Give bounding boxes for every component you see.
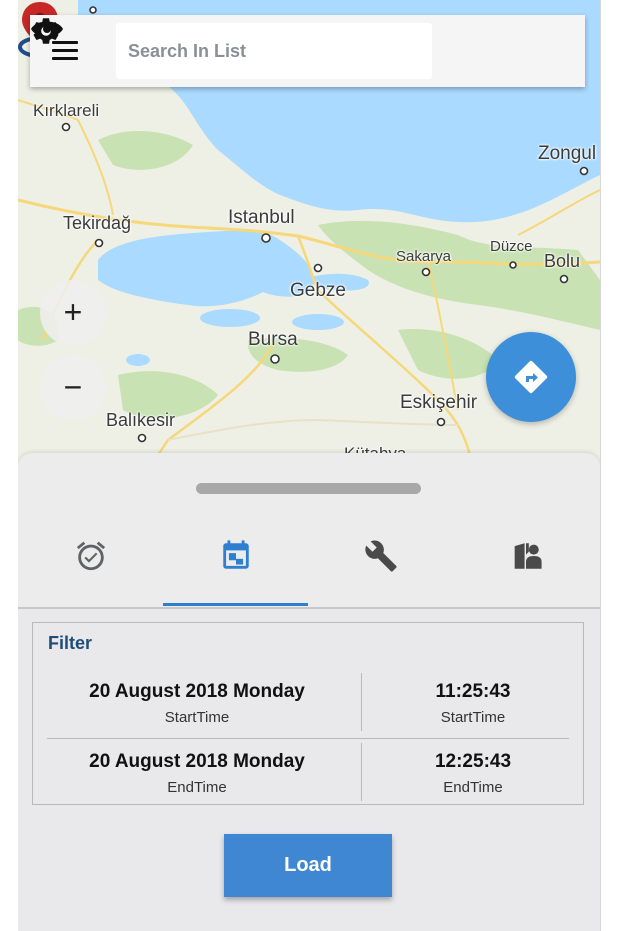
start-time-value[interactable]: 11:25:43	[362, 681, 584, 703]
tab-tools[interactable]	[308, 531, 453, 607]
zoom-in-button[interactable]: +	[40, 280, 106, 346]
column-divider	[361, 673, 362, 731]
end-time-value[interactable]: 12:25:43	[362, 751, 584, 773]
end-date-value[interactable]: 20 August 2018 Monday	[33, 751, 361, 773]
tab-calendar[interactable]	[163, 531, 308, 607]
row-divider	[47, 738, 569, 739]
search-input[interactable]	[116, 23, 432, 79]
calendar-icon	[223, 540, 249, 569]
map-view[interactable]: Kırklareli Zongul Tekirdağ Istanbul Saka…	[18, 0, 600, 470]
gear-icon[interactable]	[30, 15, 62, 47]
alarm-check-icon	[76, 541, 106, 571]
load-button[interactable]: Load	[224, 834, 392, 897]
city-label-zonguldak: Zongul	[538, 143, 597, 164]
zoom-out-button[interactable]: −	[40, 355, 106, 421]
wrench-icon	[365, 540, 397, 572]
city-label-tekirdag: Tekirdağ	[63, 213, 132, 233]
map-person-icon	[514, 543, 542, 569]
directions-icon	[514, 360, 548, 394]
top-bar	[30, 15, 585, 87]
tab-alarm[interactable]	[18, 531, 163, 607]
city-label-sakarya: Sakarya	[396, 248, 452, 265]
filter-title: Filter	[48, 633, 93, 653]
drag-handle[interactable]	[196, 483, 421, 494]
app-root: Kırklareli Zongul Tekirdağ Istanbul Saka…	[18, 0, 600, 931]
screen-edge	[600, 0, 601, 931]
directions-button[interactable]	[486, 332, 576, 422]
city-label-istanbul: Istanbul	[228, 207, 295, 228]
sheet-divider	[18, 607, 600, 609]
start-time-label: StartTime	[440, 709, 506, 726]
city-label-balikesir: Balıkesir	[106, 410, 176, 430]
filter-panel: Filter 20 August 2018 Monday StartTime 1…	[32, 622, 584, 805]
city-label-duzce: Düzce	[490, 238, 533, 255]
city-label-gebze: Gebze	[290, 280, 346, 301]
city-label-bursa: Bursa	[248, 329, 298, 350]
start-date-value[interactable]: 20 August 2018 Monday	[33, 681, 361, 703]
bottom-sheet	[18, 453, 600, 607]
selected-tab-indicator	[163, 603, 308, 606]
start-date-label: StartTime	[164, 709, 230, 726]
city-label-bolu: Bolu	[544, 251, 581, 271]
end-time-label: EndTime	[443, 779, 503, 796]
tab-map-person[interactable]	[453, 531, 598, 607]
end-date-label: EndTime	[167, 779, 227, 796]
city-label-kirklareli: Kırklareli	[33, 101, 100, 120]
city-label-eskisehir: Eskişehir	[400, 392, 478, 413]
